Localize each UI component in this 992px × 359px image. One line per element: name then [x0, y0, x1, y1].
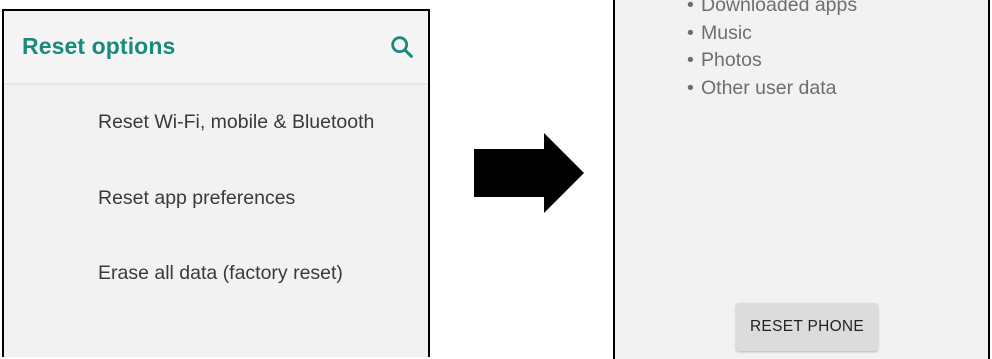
- reset-network-item[interactable]: Reset Wi-Fi, mobile & Bluetooth: [98, 111, 374, 134]
- list-item-label: Downloaded apps: [701, 0, 858, 16]
- erased-data-list: • Downloaded apps • Music • Photos • Other u…: [687, 0, 857, 102]
- bullet: •: [687, 49, 694, 71]
- list-item: • Music: [687, 20, 857, 48]
- list-item: • Other user data: [687, 75, 857, 103]
- page-title: Reset options: [22, 33, 176, 59]
- search-icon[interactable]: [388, 33, 416, 61]
- app-toolbar: Reset options: [4, 11, 428, 84]
- list-item: • Downloaded apps: [687, 0, 857, 20]
- bullet: •: [687, 0, 694, 16]
- reset-phone-button[interactable]: RESET PHONE: [736, 303, 878, 351]
- factory-reset-screen: • Downloaded apps • Music • Photos • Other u…: [613, 0, 990, 359]
- bullet: •: [687, 21, 694, 44]
- bullet: •: [687, 76, 694, 99]
- reset-app-preferences-item[interactable]: Reset app preferences: [98, 187, 295, 210]
- reset-options-screen: Reset options Reset Wi-Fi, mobile & Blue…: [2, 9, 430, 357]
- list-item: • Photos: [687, 47, 857, 75]
- right-arrow-icon: [474, 133, 584, 213]
- list-item-label: Music: [701, 21, 752, 44]
- factory-reset-item[interactable]: Erase all data (factory reset): [98, 262, 343, 285]
- list-item-label: Photos: [701, 49, 762, 71]
- list-item-label: Other user data: [701, 76, 837, 99]
